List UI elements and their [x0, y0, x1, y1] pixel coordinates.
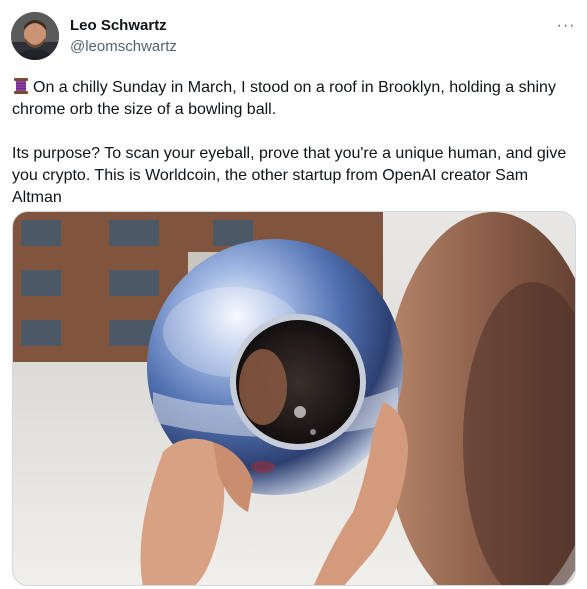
photo-of-chrome-orb [13, 212, 575, 585]
more-options-icon[interactable]: ··· [554, 14, 578, 38]
spool-of-thread-icon [14, 78, 28, 94]
avatar[interactable] [11, 12, 59, 60]
more-options-label: ··· [556, 17, 576, 34]
tweet[interactable]: Leo Schwartz @leomschwartz ··· On a chil… [0, 0, 587, 589]
tweet-photo[interactable] [12, 211, 576, 586]
tweet-paragraph-1: On a chilly Sunday in March, I stood on … [12, 77, 577, 121]
tweet-paragraph-1-text: On a chilly Sunday in March, I stood on … [12, 79, 556, 118]
tweet-paragraph-2: Its purpose? To scan your eyeball, prove… [12, 145, 567, 206]
tweet-text: On a chilly Sunday in March, I stood on … [12, 77, 577, 209]
avatar-image [11, 12, 59, 60]
author-display-name[interactable]: Leo Schwartz [70, 17, 167, 35]
author-handle[interactable]: @leomschwartz [70, 38, 177, 56]
